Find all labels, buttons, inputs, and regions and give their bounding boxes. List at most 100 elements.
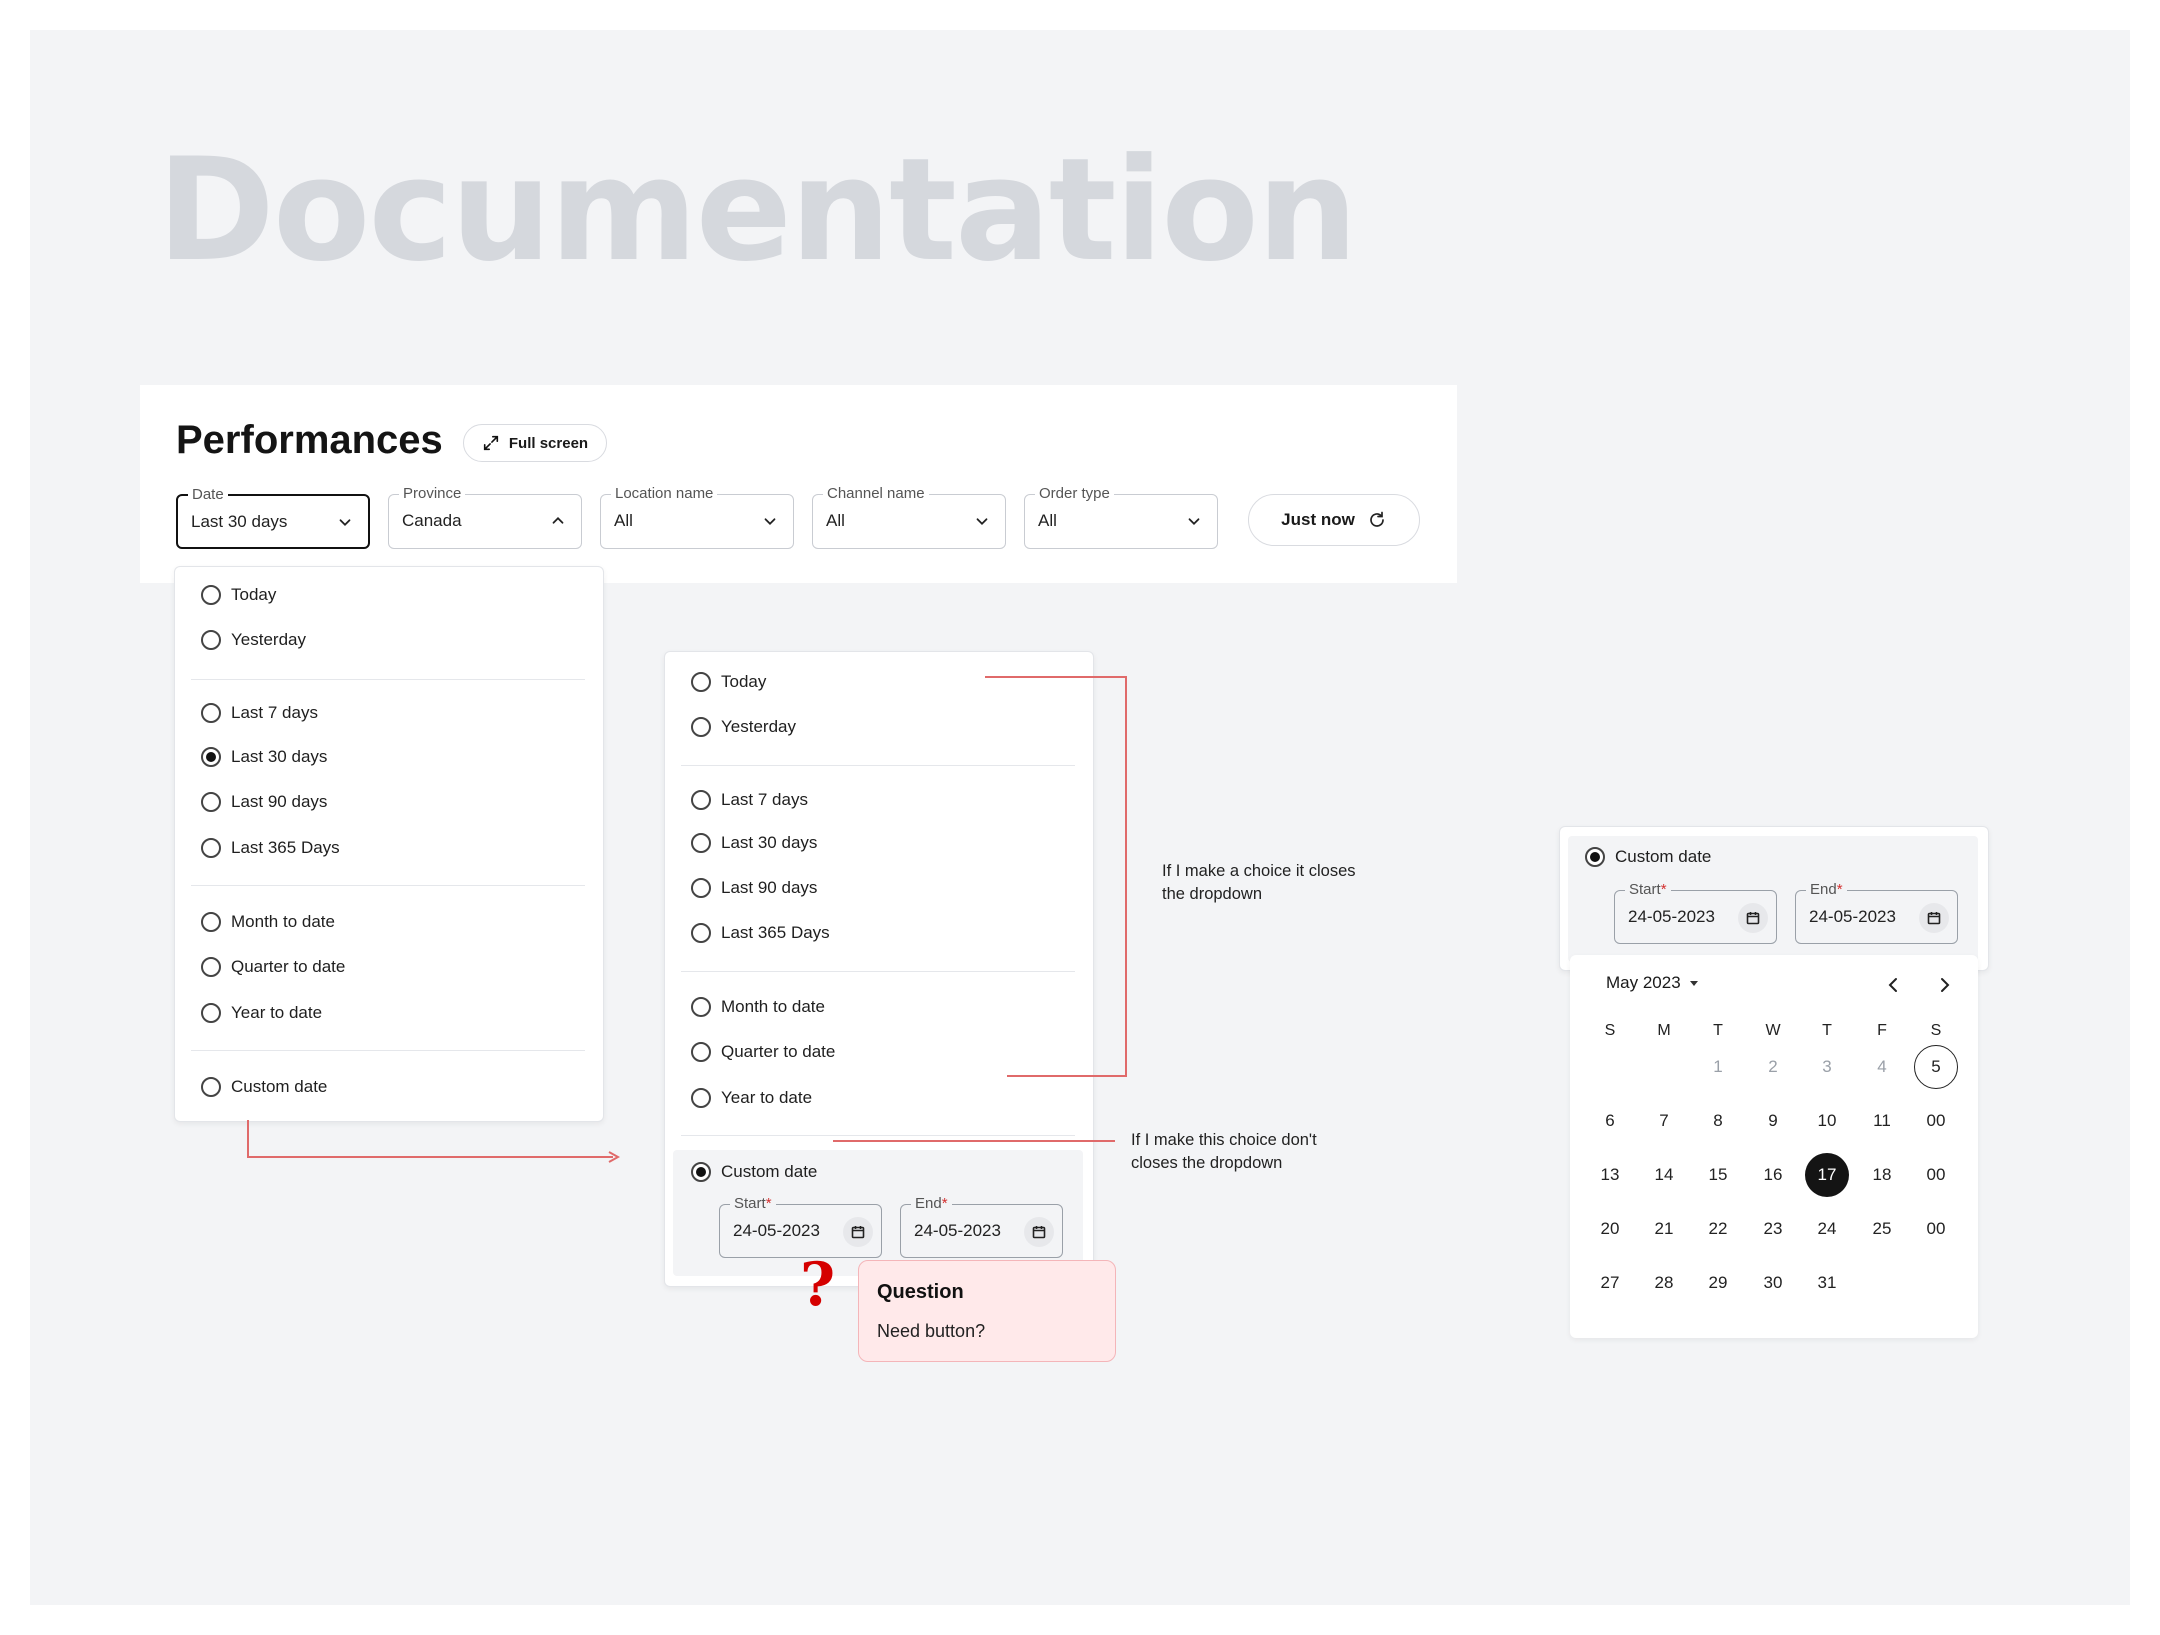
calendar-day[interactable]: 10 xyxy=(1805,1099,1849,1143)
start-date-field[interactable]: Start* 24-05-2023 xyxy=(1614,880,1777,944)
month-label: May 2023 xyxy=(1606,973,1681,992)
calendar-day[interactable]: 7 xyxy=(1642,1099,1686,1143)
calendar-day[interactable]: 28 xyxy=(1642,1261,1686,1305)
calendar-day[interactable]: 00 xyxy=(1914,1207,1958,1251)
date-option-custom[interactable]: Custom date xyxy=(691,1162,817,1182)
month-select[interactable]: May 2023 xyxy=(1606,973,1701,993)
calendar-day[interactable]: 31 xyxy=(1805,1261,1849,1305)
refresh-button[interactable]: Just now xyxy=(1248,494,1420,546)
radio-icon xyxy=(201,792,221,812)
divider xyxy=(681,765,1075,766)
date-option-last-365[interactable]: Last 365 Days xyxy=(201,838,340,858)
calendar-day[interactable]: 22 xyxy=(1696,1207,1740,1251)
calendar-icon-button[interactable] xyxy=(1738,903,1768,933)
question-mark-icon: ? xyxy=(800,1250,836,1320)
date-option-yesterday[interactable]: Yesterday xyxy=(691,717,796,737)
calendar-day[interactable]: 15 xyxy=(1696,1153,1740,1197)
end-date-label: End* xyxy=(1806,880,1847,900)
calendar-day-selected[interactable]: 17 xyxy=(1805,1153,1849,1197)
calendar-icon xyxy=(1746,912,1760,925)
province-filter-label: Province xyxy=(399,484,466,504)
calendar-day[interactable]: 9 xyxy=(1751,1099,1795,1143)
date-option-last-7[interactable]: Last 7 days xyxy=(691,790,808,810)
calendar-icon-button[interactable] xyxy=(1919,903,1949,933)
date-option-custom[interactable]: Custom date xyxy=(201,1077,327,1097)
calendar-day[interactable]: 23 xyxy=(1751,1207,1795,1251)
radio-icon xyxy=(201,957,221,977)
calendar-day[interactable]: 00 xyxy=(1914,1153,1958,1197)
chevron-left-icon[interactable] xyxy=(1881,973,1905,997)
performance-panel xyxy=(140,385,1457,583)
start-date-value: 24-05-2023 xyxy=(1628,907,1715,926)
weekday-header: F xyxy=(1877,1022,1887,1039)
calendar-day[interactable]: 18 xyxy=(1860,1153,1904,1197)
weekday-header: T xyxy=(1822,1022,1832,1039)
province-filter-select[interactable]: Province Canada xyxy=(388,484,582,549)
calendar-icon-button[interactable] xyxy=(1024,1217,1054,1247)
weekday-header: W xyxy=(1765,1022,1781,1039)
date-option-today[interactable]: Today xyxy=(691,672,766,692)
calendar-day[interactable]: 11 xyxy=(1860,1099,1904,1143)
date-option-custom[interactable]: Custom date xyxy=(1585,847,1711,867)
calendar-day[interactable]: 24 xyxy=(1805,1207,1849,1251)
divider xyxy=(681,971,1075,972)
channel-filter-select[interactable]: Channel name All xyxy=(812,484,1006,549)
date-option-last-90[interactable]: Last 90 days xyxy=(201,792,327,812)
chevron-up-icon xyxy=(552,517,564,524)
date-option-last-30[interactable]: Last 30 days xyxy=(691,833,817,853)
calendar-day[interactable]: 2 xyxy=(1751,1045,1795,1089)
weekday-header: S xyxy=(1604,1022,1616,1039)
calendar-day[interactable]: 29 xyxy=(1696,1261,1740,1305)
calendar-day[interactable]: 21 xyxy=(1642,1207,1686,1251)
date-filter-select[interactable]: Date Last 30 days xyxy=(176,485,370,549)
calendar-day[interactable]: 27 xyxy=(1588,1261,1632,1305)
calendar-day[interactable]: 3 xyxy=(1805,1045,1849,1089)
divider xyxy=(681,1135,1075,1136)
date-option-yesterday[interactable]: Yesterday xyxy=(201,630,306,650)
full-screen-button[interactable]: Full screen xyxy=(463,424,607,462)
calendar-day[interactable]: 8 xyxy=(1696,1099,1740,1143)
end-date-field[interactable]: End* 24-05-2023 xyxy=(900,1194,1063,1258)
end-date-field[interactable]: End* 24-05-2023 xyxy=(1795,880,1958,944)
radio-icon xyxy=(691,790,711,810)
calendar-day[interactable]: 13 xyxy=(1588,1153,1632,1197)
calendar-day[interactable]: 4 xyxy=(1860,1045,1904,1089)
date-option-last-365[interactable]: Last 365 Days xyxy=(691,923,830,943)
order-type-filter-select[interactable]: Order type All xyxy=(1024,484,1218,549)
date-option-year-to-date[interactable]: Year to date xyxy=(201,1003,322,1023)
chevron-down-icon xyxy=(976,518,988,525)
calendar-day[interactable]: 25 xyxy=(1860,1207,1904,1251)
date-option-quarter-to-date[interactable]: Quarter to date xyxy=(691,1042,835,1062)
date-option-month-to-date[interactable]: Month to date xyxy=(691,997,825,1017)
date-option-quarter-to-date[interactable]: Quarter to date xyxy=(201,957,345,977)
calendar-day[interactable]: 30 xyxy=(1751,1261,1795,1305)
date-option-last-90[interactable]: Last 90 days xyxy=(691,878,817,898)
radio-icon xyxy=(691,833,711,853)
start-date-value: 24-05-2023 xyxy=(733,1221,820,1240)
calendar-day[interactable]: 16 xyxy=(1751,1153,1795,1197)
order-type-filter-label: Order type xyxy=(1035,484,1114,504)
chevron-right-icon[interactable] xyxy=(1933,973,1957,997)
chevron-down-icon xyxy=(339,519,351,526)
calendar-day[interactable]: 6 xyxy=(1588,1099,1632,1143)
calendar-day[interactable]: 14 xyxy=(1642,1153,1686,1197)
calendar-day-today[interactable]: 5 xyxy=(1914,1045,1958,1089)
connector-line xyxy=(247,1156,613,1158)
radio-icon xyxy=(201,585,221,605)
radio-icon xyxy=(201,838,221,858)
end-date-value: 24-05-2023 xyxy=(1809,907,1896,926)
calendar-day[interactable]: 1 xyxy=(1696,1045,1740,1089)
calendar-icon-button[interactable] xyxy=(843,1217,873,1247)
date-option-today[interactable]: Today xyxy=(201,585,276,605)
date-option-month-to-date[interactable]: Month to date xyxy=(201,912,335,932)
location-filter-select[interactable]: Location name All xyxy=(600,484,794,549)
radio-icon xyxy=(691,672,711,692)
calendar-day[interactable]: 00 xyxy=(1914,1099,1958,1143)
date-option-last-30[interactable]: Last 30 days xyxy=(201,747,327,767)
calendar-icon xyxy=(1032,1226,1046,1239)
order-type-filter-value: All xyxy=(1038,511,1057,530)
date-option-year-to-date[interactable]: Year to date xyxy=(691,1088,812,1108)
radio-selected-icon xyxy=(691,1162,711,1182)
calendar-day[interactable]: 20 xyxy=(1588,1207,1632,1251)
date-option-last-7[interactable]: Last 7 days xyxy=(201,703,318,723)
